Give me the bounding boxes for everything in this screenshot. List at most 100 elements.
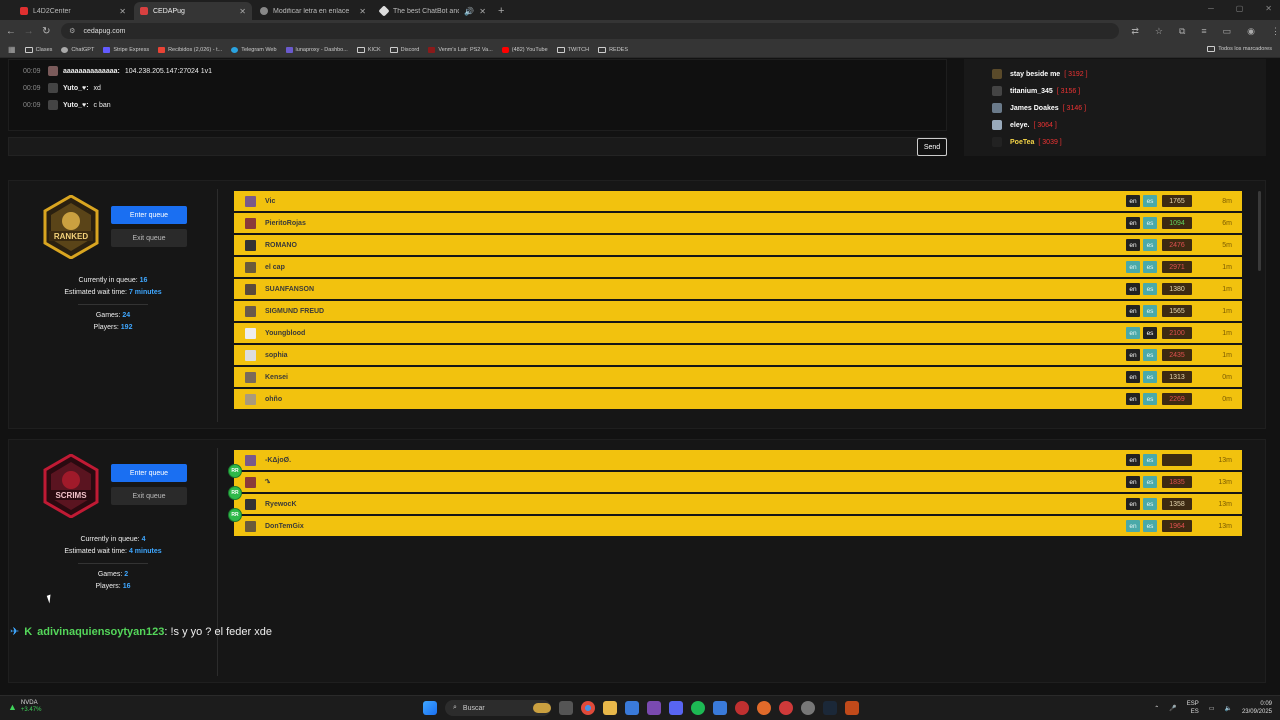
player-name[interactable]: Youngblood — [265, 330, 1126, 337]
player-name[interactable]: RyewocK — [265, 501, 1126, 508]
player-name[interactable]: DonTemGix — [265, 523, 1126, 530]
store-icon[interactable] — [625, 701, 639, 715]
ranking-row[interactable]: eleye.[ 3064 ] — [992, 120, 1057, 130]
windows-start-icon[interactable] — [423, 701, 437, 715]
queue-player-row[interactable]: ኄ en es 1835 13m — [234, 472, 1242, 492]
app-icon[interactable] — [801, 701, 815, 715]
bookmark-telegram[interactable]: Telegram Web — [231, 46, 277, 53]
browser-tab-0[interactable]: L4D2Center ✕ — [14, 2, 132, 20]
close-tab-icon[interactable]: ✕ — [359, 7, 366, 16]
queue-player-row[interactable]: el cap en es 2971 1m — [234, 257, 1242, 277]
volume-icon[interactable]: 🔈 — [1224, 705, 1231, 712]
bookmark-discord[interactable]: Discord — [389, 46, 419, 53]
minimize-icon[interactable]: ─ — [1208, 4, 1214, 13]
menu-icon[interactable]: ⋮ — [1271, 26, 1280, 37]
clock[interactable]: 0:09 23/09/2025 — [1242, 700, 1272, 716]
player-name[interactable]: SUANFANSON — [265, 286, 1126, 293]
app-icon[interactable] — [735, 701, 749, 715]
url-field[interactable]: ⚙ cedapug.com — [61, 23, 1120, 39]
player-name[interactable]: SIGMUND FREUD — [265, 308, 1126, 315]
stock-widget[interactable]: ▲ NVDA +3.47% — [8, 700, 41, 714]
chrome-icon[interactable] — [581, 701, 595, 715]
player-name[interactable]: ኄ — [265, 478, 1126, 486]
queue-player-row[interactable]: ohño en es 2269 0m — [234, 389, 1242, 409]
exit-queue-button[interactable]: Exit queue — [111, 487, 187, 505]
bookmark-star-icon[interactable]: ☆ — [1155, 26, 1163, 37]
bookmark-redes[interactable]: REDES — [598, 46, 628, 53]
bookmark-venm[interactable]: Venm's Lair: PS2 Va... — [428, 46, 493, 53]
taskbar-search[interactable]: ⌕ Buscar — [445, 700, 551, 716]
file-explorer-icon[interactable] — [603, 701, 617, 715]
site-info-icon[interactable]: ⚙ — [69, 27, 75, 35]
queue-player-row[interactable]: Vic en es 1765 8m — [234, 191, 1242, 211]
queue-player-row[interactable]: SUANFANSON en es 1380 1m — [234, 279, 1242, 299]
player-name[interactable]: ROMANO — [265, 242, 1126, 249]
bookmark-youtube[interactable]: (482) YouTube — [501, 46, 548, 53]
extensions-icon[interactable]: ⧉ — [1179, 26, 1185, 37]
steam-icon[interactable] — [823, 701, 837, 715]
ranking-row[interactable]: stay beside me[ 3192 ] — [992, 69, 1088, 79]
player-name[interactable]: Kensei — [265, 374, 1126, 381]
spotify-icon[interactable] — [691, 701, 705, 715]
maximize-icon[interactable]: ▢ — [1236, 4, 1244, 13]
reload-icon[interactable]: ↻ — [37, 26, 55, 37]
bookmark-lunaproxy[interactable]: lunaproxy - Dashbo... — [285, 46, 348, 53]
bookmark-kick[interactable]: KICK — [356, 46, 381, 53]
all-bookmarks[interactable]: Todos los marcadores — [1207, 46, 1272, 52]
player-name[interactable]: ohño — [265, 396, 1126, 403]
forward-icon[interactable]: → — [20, 26, 38, 37]
microphone-icon[interactable]: 🎤 — [1169, 705, 1176, 712]
bookmark-twitch[interactable]: TWITCH — [556, 46, 589, 53]
language-indicator[interactable]: ESP ES — [1187, 700, 1199, 716]
task-view-icon[interactable] — [559, 701, 573, 715]
player-name[interactable]: -KΔjoØ. — [265, 457, 1126, 464]
discord-icon[interactable] — [669, 701, 683, 715]
back-icon[interactable]: ← — [2, 26, 20, 37]
firefox-icon[interactable] — [757, 701, 771, 715]
chat-username[interactable]: Yuto_♥: — [63, 85, 89, 92]
queue-player-row[interactable]: RyewocK en es 1358 13m — [234, 494, 1242, 514]
chat-username[interactable]: aaaaaaaaaaaaaa: — [63, 68, 120, 75]
media-icon[interactable]: ≡ — [1201, 26, 1206, 37]
apps-icon[interactable]: ▦ — [8, 45, 16, 54]
close-tab-icon[interactable]: ✕ — [239, 7, 246, 16]
bookmark-gmail[interactable]: Recibidos (2,026) - t... — [158, 46, 222, 53]
speaker-icon[interactable]: 🔊 — [464, 7, 474, 16]
queue-player-row[interactable]: DonTemGix en es 1964 13m — [234, 516, 1242, 536]
close-window-icon[interactable]: ✕ — [1265, 4, 1272, 13]
player-name[interactable]: PieritoRojas — [265, 220, 1126, 227]
queue-player-row[interactable]: Youngblood en es 2100 1m — [234, 323, 1242, 343]
queue-player-row[interactable]: SIGMUND FREUD en es 1565 1m — [234, 301, 1242, 321]
queue-player-row[interactable]: Kensei en es 1313 0m — [234, 367, 1242, 387]
queue-player-row[interactable]: PieritoRojas en es 1094 6m — [234, 213, 1242, 233]
browser-tab-2[interactable]: Modificar letra en enlace ✕ — [254, 2, 372, 20]
queue-player-row[interactable]: ROMANO en es 2476 5m — [234, 235, 1242, 255]
enter-queue-button[interactable]: Enter queue — [111, 206, 187, 224]
scrollbar[interactable] — [1258, 191, 1261, 271]
bookmark-clases[interactable]: Clases — [24, 46, 52, 53]
network-icon[interactable]: ▭ — [1209, 705, 1215, 712]
chat-input[interactable] — [8, 137, 947, 156]
ranking-row[interactable]: titanium_345[ 3156 ] — [992, 86, 1080, 96]
close-tab-icon[interactable]: ✕ — [479, 7, 486, 16]
ranking-row[interactable]: PoeTea[ 3039 ] — [992, 137, 1062, 147]
queue-player-row[interactable]: sophia en es 2435 1m — [234, 345, 1242, 365]
ranking-row[interactable]: James Doakes[ 3146 ] — [992, 103, 1086, 113]
player-name[interactable]: sophia — [265, 352, 1126, 359]
enter-queue-button[interactable]: Enter queue — [111, 464, 187, 482]
app-icon[interactable] — [779, 701, 793, 715]
queue-player-row[interactable]: -KΔjoØ. en es 13m — [234, 450, 1242, 470]
profile-icon[interactable]: ◉ — [1247, 26, 1255, 37]
player-name[interactable]: Vic — [265, 198, 1126, 205]
app-icon[interactable] — [713, 701, 727, 715]
chat-username[interactable]: Yuto_♥: — [63, 102, 89, 109]
send-button[interactable]: Send — [917, 138, 947, 156]
bookmark-stripe[interactable]: Stripe Express — [103, 46, 149, 53]
exit-queue-button[interactable]: Exit queue — [111, 229, 187, 247]
browser-tab-3[interactable]: The best ChatBot and Wid... 🔊 ✕ — [374, 2, 492, 20]
bookmark-chatgpt[interactable]: ChatGPT — [61, 46, 94, 53]
close-tab-icon[interactable]: ✕ — [119, 7, 126, 16]
player-name[interactable]: el cap — [265, 264, 1126, 271]
game-icon[interactable] — [845, 701, 859, 715]
browser-tab-1[interactable]: CEDAPug ✕ — [134, 2, 252, 20]
